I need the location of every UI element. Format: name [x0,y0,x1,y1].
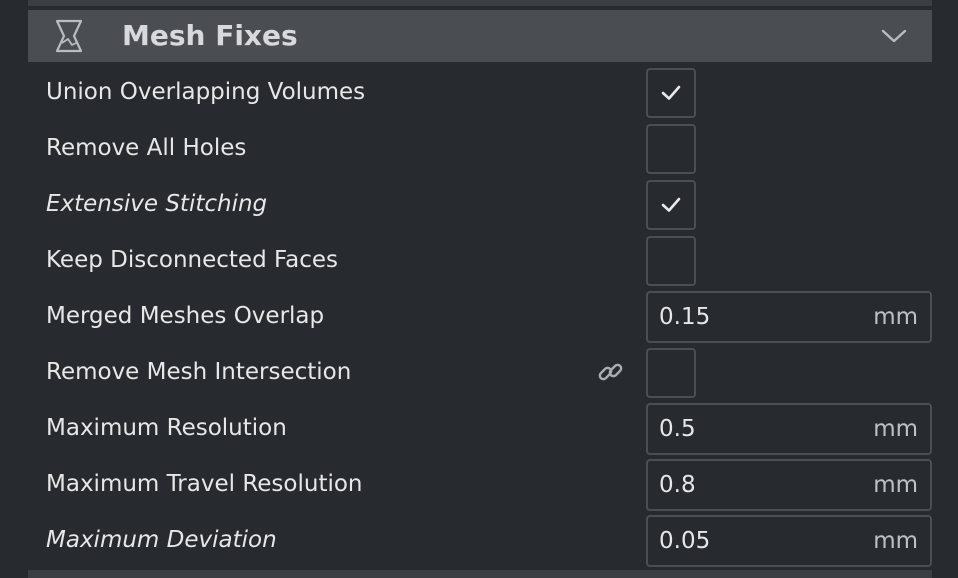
setting-label: Remove All Holes [46,135,247,161]
setting-checkbox[interactable] [646,236,696,286]
setting-row: Union Overlapping Volumes [0,64,958,120]
next-section-edge [28,570,932,578]
setting-checkbox[interactable] [646,180,696,230]
field-unit: mm [873,416,918,442]
field-value: 0.15 [659,304,711,330]
setting-label: Maximum Travel Resolution [46,471,363,497]
setting-row: Maximum Travel Resolution 0.8 mm [0,456,958,512]
setting-label: Merged Meshes Overlap [46,303,325,329]
setting-value-field[interactable]: 0.5 mm [646,403,932,455]
setting-label: Keep Disconnected Faces [46,247,338,273]
setting-label: Union Overlapping Volumes [46,79,366,105]
link-icon[interactable] [596,358,626,388]
field-unit: mm [873,472,918,498]
setting-row: Extensive Stitching [0,176,958,232]
setting-label: Remove Mesh Intersection [46,359,352,385]
section-header-mesh-fixes[interactable]: Mesh Fixes [28,10,932,62]
setting-row: Merged Meshes Overlap 0.15 mm [0,288,958,344]
setting-value-field[interactable]: 0.05 mm [646,515,932,567]
field-value: 0.8 [659,472,696,498]
section-title: Mesh Fixes [122,19,298,52]
setting-label: Maximum Deviation [46,527,277,553]
setting-label: Extensive Stitching [46,191,268,217]
previous-section-edge [28,0,932,6]
setting-row: Maximum Deviation 0.05 mm [0,512,958,568]
setting-row: Remove Mesh Intersection [0,344,958,400]
mesh-fix-icon [55,19,83,53]
setting-value-field[interactable]: 0.8 mm [646,459,932,511]
setting-row: Maximum Resolution 0.5 mm [0,400,958,456]
field-value: 0.5 [659,416,696,442]
setting-label: Maximum Resolution [46,415,287,441]
setting-checkbox[interactable] [646,348,696,398]
field-unit: mm [873,304,918,330]
setting-row: Remove All Holes [0,120,958,176]
setting-checkbox[interactable] [646,124,696,174]
checkmark-icon [661,85,681,100]
field-value: 0.05 [659,528,711,554]
setting-checkbox[interactable] [646,68,696,118]
setting-value-field[interactable]: 0.15 mm [646,291,932,343]
field-unit: mm [873,528,918,554]
setting-row: Keep Disconnected Faces [0,232,958,288]
chevron-down-icon[interactable] [880,24,908,48]
checkmark-icon [661,197,681,212]
